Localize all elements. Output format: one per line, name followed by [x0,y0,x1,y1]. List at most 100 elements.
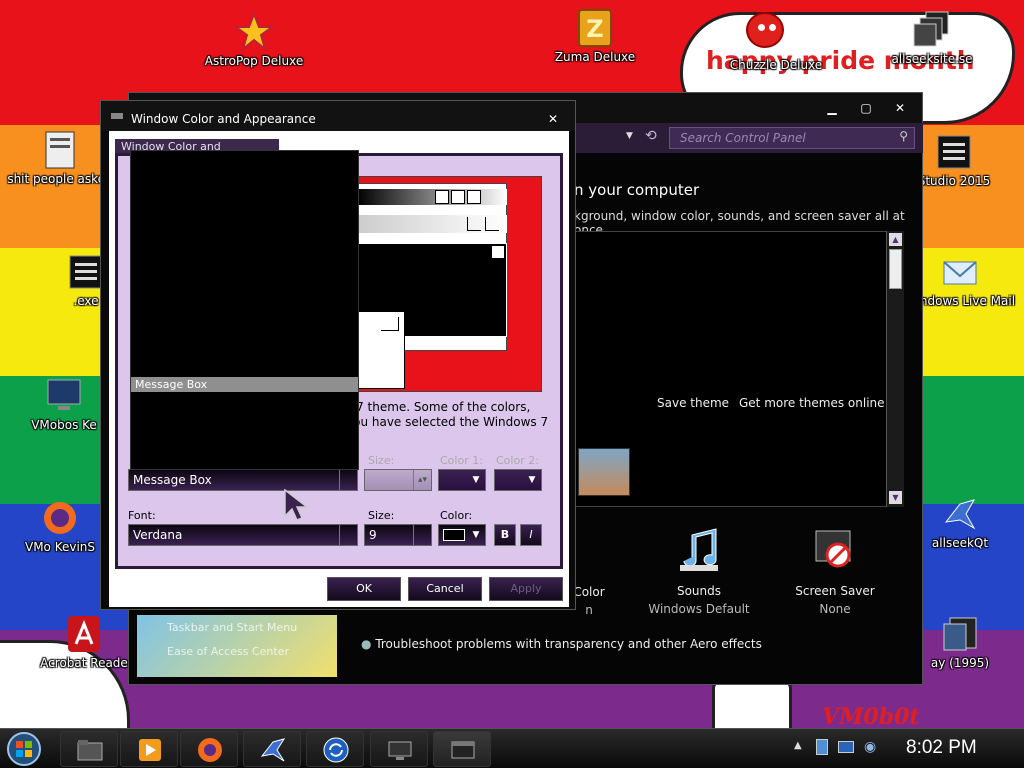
desktop-icon-label: .exe [73,294,99,308]
font-size-value: 9 [369,528,377,542]
font-label: Font: [128,509,156,522]
maximize-button[interactable]: ▢ [853,99,879,117]
sounds-item[interactable]: Sounds Windows Default [644,527,754,616]
italic-toggle[interactable]: I [520,524,542,546]
chevron-down-icon[interactable] [413,525,431,545]
item-select[interactable]: Message Box [128,469,358,491]
flag-icon[interactable] [816,739,828,755]
taskbar-media-player[interactable] [120,731,178,767]
start-button-icon[interactable] [4,731,44,767]
dialog-titlebar[interactable]: Window Color and Appearance ✕ [101,101,575,131]
chevron-down-icon[interactable] [339,525,357,545]
sync-icon [323,737,349,763]
preview-close-icon [467,190,481,204]
font-select-value: Verdana [133,528,183,542]
desktop-icon-acrobat[interactable]: Acrobat Reade [24,614,144,670]
search-icon[interactable]: ⚲ [899,129,908,143]
chevron-down-icon[interactable]: ▼ [467,470,485,490]
taskbar-vm[interactable] [370,731,428,767]
see-also-ease-link[interactable]: Ease of Access Center [167,645,289,658]
taskbar-browser[interactable] [306,731,364,767]
desktop-icon-label: allseeksite.se [891,52,973,66]
font-color-label: Color: [440,509,473,522]
bold-toggle[interactable]: B [494,524,516,546]
taskbar-clock[interactable]: 8:02 PM [906,737,977,759]
desktop-icon-label: ay (1995) [930,656,990,670]
scroll-up-icon[interactable]: ▲ [889,233,902,246]
font-color-swatch [443,529,465,541]
stepper-icon[interactable]: ▴▾ [413,470,431,490]
firefox-icon [44,502,76,534]
item-dropdown-list[interactable]: Message Box [130,150,359,470]
bird-icon [944,499,976,530]
music-notes-icon [680,528,718,571]
close-button[interactable]: ✕ [887,99,913,117]
font-select[interactable]: Verdana [128,524,358,546]
search-input[interactable]: Search Control Panel ⚲ [669,127,915,149]
screen-saver-icon [815,530,851,568]
description-line: you have selected the Windows 7 [346,415,549,429]
color1-label: Color 1: [440,454,483,467]
color1-picker[interactable]: ▼ [438,469,486,491]
color2-picker[interactable]: ▼ [494,469,542,491]
see-also-taskbar-link[interactable]: Taskbar and Start Menu [167,621,297,634]
tray-expand-icon[interactable]: ▲ [794,740,802,751]
desktop-icon-label: shit people asked [7,172,113,186]
desktop-icon-label: Chuzzle Deluxe [729,58,823,72]
scroll-down-icon[interactable]: ▼ [889,491,902,504]
save-theme-link[interactable]: Save theme [657,396,729,410]
taskbar-explorer[interactable] [60,731,118,767]
taskbar-control-panel[interactable] [433,731,491,767]
font-size-label: Size: [368,509,395,522]
minimize-button[interactable]: ▁ [819,99,845,117]
chevron-down-icon[interactable]: ▼ [626,131,633,141]
chevron-down-icon[interactable] [339,470,357,490]
desktop-icon-label: VMo KevinS [24,540,96,554]
zuma-icon: Z [578,9,612,47]
chevron-down-icon[interactable]: ▼ [467,525,485,545]
apply-button[interactable]: Apply [489,577,563,601]
volume-icon[interactable]: ◉ [864,739,876,755]
item-select-value: Message Box [133,473,212,487]
font-color-picker[interactable]: ▼ [438,524,486,546]
troubleshoot-link[interactable]: ● Troubleshoot problems with transparenc… [361,637,762,651]
media-player-icon [139,739,161,761]
page-heading: n your computer [574,181,700,199]
bird-icon [260,738,286,762]
monitor-icon [388,741,412,760]
preview-message-box-button [381,317,399,331]
refresh-icon[interactable]: ⟲ [645,128,657,144]
taskbar-firefox[interactable] [180,731,238,767]
network-icon[interactable] [838,741,854,753]
desktop-icon-astropop[interactable]: AstroPop Deluxe [194,12,314,68]
ok-button[interactable]: OK [327,577,401,601]
cancel-button[interactable]: Cancel [408,577,482,601]
preview-active-title [357,189,507,205]
themes-scrollbar[interactable]: ▲ ▼ [886,231,904,507]
theme-thumbnail[interactable] [578,448,630,496]
search-placeholder: Search Control Panel [680,131,806,145]
dialog-close-button[interactable]: ✕ [541,110,565,128]
description-line: s 7 theme. Some of the colors, [346,400,531,414]
folder-icon [77,740,103,761]
mail-icon [943,261,977,285]
desktop-icon-chuzzle[interactable]: Chuzzle Deluxe [716,16,836,72]
taskbar-allseek[interactable] [243,731,301,767]
appearance-preview [352,176,542,392]
preview-menu-item [467,217,481,231]
desktop-icon-allseeksite[interactable]: allseeksite.se [872,10,992,66]
scroll-thumb[interactable] [889,249,902,289]
see-also-panel: Taskbar and Start Menu Ease of Access Ce… [137,615,337,677]
desktop-icon-zuma[interactable]: Z Zuma Deluxe [535,8,655,64]
dropdown-option-selected[interactable]: Message Box [131,377,358,392]
chevron-down-icon[interactable]: ▼ [523,470,541,490]
item-size-stepper[interactable]: ▴▾ [364,469,432,491]
screen-saver-item[interactable]: Screen Saver None [785,527,885,616]
font-size-select[interactable]: 9 [364,524,432,546]
wallpaper-signature: VM0b0t [822,704,920,728]
dialog-system-icon [111,113,123,119]
size-label: Size: [368,454,395,467]
get-more-themes-link[interactable]: Get more themes online [739,396,885,410]
desktop-icon-label: AstroPop Deluxe [204,54,304,68]
desktop-icon-label: allseekQt [931,536,989,550]
